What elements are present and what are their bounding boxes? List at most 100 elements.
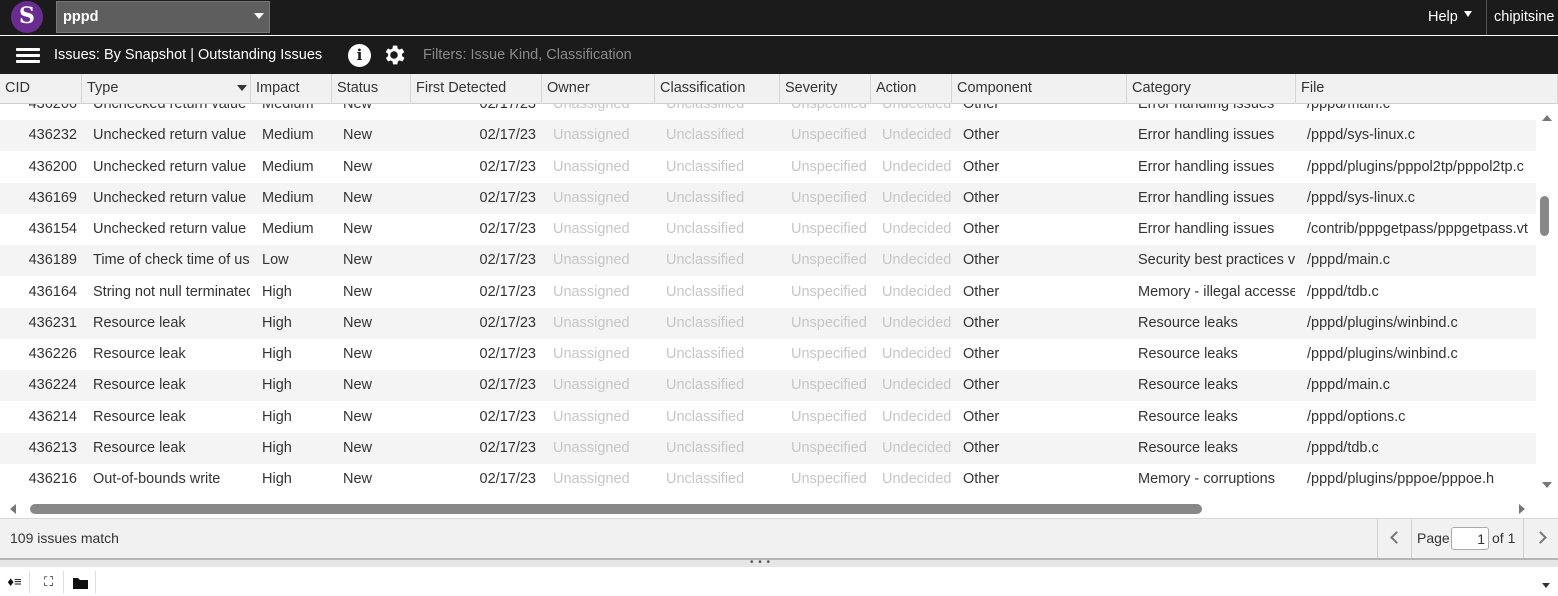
cell-type: Time of check time of use: [93, 252, 250, 269]
scroll-down-icon[interactable]: [1542, 482, 1552, 488]
cell-classification: Unclassified: [666, 346, 745, 362]
cell-type: Unchecked return value: [93, 221, 247, 237]
cell-component: Other: [963, 377, 1000, 394]
view-toolbar: Issues: By Snapshot | Outstanding Issues…: [0, 36, 1558, 74]
chevron-down-icon[interactable]: [1542, 583, 1550, 588]
col-action-header[interactable]: Action: [871, 74, 952, 104]
bottom-toolbar: ♦≡ ⛶: [0, 567, 1558, 595]
cell-first-detected: 02/17/23: [479, 221, 536, 237]
col-classification-header[interactable]: Classification: [655, 74, 780, 104]
folder-button[interactable]: [66, 571, 96, 593]
horizontal-scrollbar[interactable]: [0, 498, 1536, 520]
cell-impact: High: [262, 408, 292, 425]
cell-file: /pppd/plugins/pppol2tp/pppol2tp.c: [1307, 158, 1524, 175]
col-status-header[interactable]: Status: [332, 74, 411, 104]
table-row[interactable]: 436216 Out-of-bounds write High New 02/17/23…: [0, 464, 1536, 495]
app-logo[interactable]: S: [11, 1, 43, 33]
user-menu[interactable]: chipitsine: [1494, 9, 1554, 25]
next-page-button[interactable]: [1523, 519, 1558, 558]
table-row[interactable]: 436226 Resource leak High New 02/17/23 Unassi…: [0, 339, 1536, 370]
cell-type: Resource leak: [93, 439, 186, 456]
sort-desc-icon[interactable]: [237, 85, 247, 91]
cell-file: /pppd/tdb.c: [1307, 439, 1379, 456]
table-row[interactable]: 436213 Resource leak High New 02/17/23 Unassi…: [0, 432, 1536, 464]
col-cid-header[interactable]: CID: [0, 74, 82, 104]
table-row[interactable]: 436224 Resource leak High New 02/17/23 Unassi…: [0, 370, 1536, 402]
col-file-header[interactable]: File: [1296, 74, 1558, 104]
cell-cid: 436231: [28, 314, 77, 331]
col-impact-header[interactable]: Impact: [251, 74, 332, 104]
project-selector[interactable]: pppd: [56, 1, 270, 33]
col-owner-header[interactable]: Owner: [542, 74, 655, 104]
issue-count: 109 issues match: [10, 530, 119, 546]
view-title[interactable]: Issues: By Snapshot | Outstanding Issues: [54, 47, 322, 63]
scroll-thumb[interactable]: [1540, 196, 1549, 236]
list-view-button[interactable]: ♦≡: [0, 571, 30, 593]
cell-status: New: [343, 408, 373, 425]
cell-action: Undecided: [882, 127, 951, 144]
cell-classification: Unclassified: [666, 471, 745, 487]
cell-owner: Unassigned: [553, 314, 630, 331]
table-row[interactable]: 436200 Unchecked return value Medium New 02/…: [0, 152, 1536, 183]
splitter-grip-icon[interactable]: • • •: [750, 558, 771, 568]
cell-severity: Unspecified: [791, 221, 867, 237]
table-row[interactable]: 436231 Resource leak High New 02/17/23 Unassi…: [0, 307, 1536, 339]
cell-component: Other: [963, 314, 1000, 331]
col-type-header[interactable]: Type: [82, 74, 251, 104]
cell-classification: Unclassified: [666, 408, 745, 425]
expand-button[interactable]: ⛶: [34, 571, 64, 593]
scroll-thumb[interactable]: [30, 504, 1202, 514]
cell-action: Undecided: [882, 377, 951, 394]
page-number-input[interactable]: [1451, 527, 1489, 550]
cell-cid: 436224: [28, 377, 77, 394]
cell-component: Other: [963, 221, 1000, 237]
cell-owner: Unassigned: [553, 221, 630, 237]
cell-classification: Unclassified: [666, 127, 745, 144]
prev-page-button[interactable]: [1378, 519, 1412, 558]
panel-splitter[interactable]: • • •: [0, 558, 1558, 568]
scroll-up-icon[interactable]: [1542, 115, 1552, 121]
cell-action: Undecided: [882, 283, 951, 300]
cell-classification: Unclassified: [666, 314, 745, 331]
help-menu[interactable]: Help: [1428, 9, 1472, 25]
table-row[interactable]: 436189 Time of check time of use Low New 02/…: [0, 245, 1536, 277]
cell-type: Resource leak: [93, 346, 186, 362]
top-bar: S pppd Help chipitsine: [0, 0, 1558, 35]
col-category-header[interactable]: Category: [1127, 74, 1296, 104]
filters-input[interactable]: Filters: Issue Kind, Classification: [423, 47, 632, 63]
cell-type: Unchecked return value: [93, 189, 247, 206]
hamburger-menu-icon[interactable]: [16, 48, 40, 64]
chevron-down-icon: [1463, 11, 1472, 18]
page-total: of 1: [1492, 530, 1516, 546]
cell-cid: 436216: [28, 471, 77, 487]
table-row[interactable]: 436206 Unchecked return value Medium New 02/…: [0, 104, 1536, 120]
table-row[interactable]: 436232 Unchecked return value Medium New 02/…: [0, 120, 1536, 152]
table-row[interactable]: 436164 String not null terminated High New 0…: [0, 277, 1536, 308]
column-label: File: [1301, 80, 1325, 96]
cell-first-detected: 02/17/23: [479, 104, 536, 112]
cell-type: Unchecked return value: [93, 158, 247, 175]
cell-status: New: [343, 127, 373, 144]
scroll-right-icon[interactable]: [1519, 504, 1525, 514]
gear-icon[interactable]: [381, 42, 407, 68]
cell-component: Other: [963, 471, 1000, 487]
chevron-down-icon: [254, 13, 264, 19]
table-row[interactable]: 436169 Unchecked return value Medium New 02/…: [0, 182, 1536, 214]
cell-first-detected: 02/17/23: [479, 439, 536, 456]
info-icon[interactable]: i: [348, 44, 371, 67]
cell-component: Other: [963, 189, 1000, 206]
cell-classification: Unclassified: [666, 189, 745, 206]
scroll-left-icon[interactable]: [10, 504, 16, 514]
col-severity-header[interactable]: Severity: [780, 74, 871, 104]
cell-severity: Unspecified: [791, 283, 867, 300]
cell-component: Other: [963, 439, 1000, 456]
col-component-header[interactable]: Component: [952, 74, 1127, 104]
cell-component: Other: [963, 104, 1000, 112]
cell-category: Error handling issues: [1138, 127, 1275, 144]
table-row[interactable]: 436214 Resource leak High New 02/17/23 Unassi…: [0, 402, 1536, 433]
col-first-detected-header[interactable]: First Detected: [411, 74, 542, 104]
cell-type: String not null terminated: [93, 283, 250, 300]
table-row[interactable]: 436154 Unchecked return value Medium New 02/…: [0, 214, 1536, 245]
table-footer: 109 issues match Page of 1: [0, 518, 1558, 558]
vertical-scrollbar[interactable]: [1536, 104, 1558, 496]
